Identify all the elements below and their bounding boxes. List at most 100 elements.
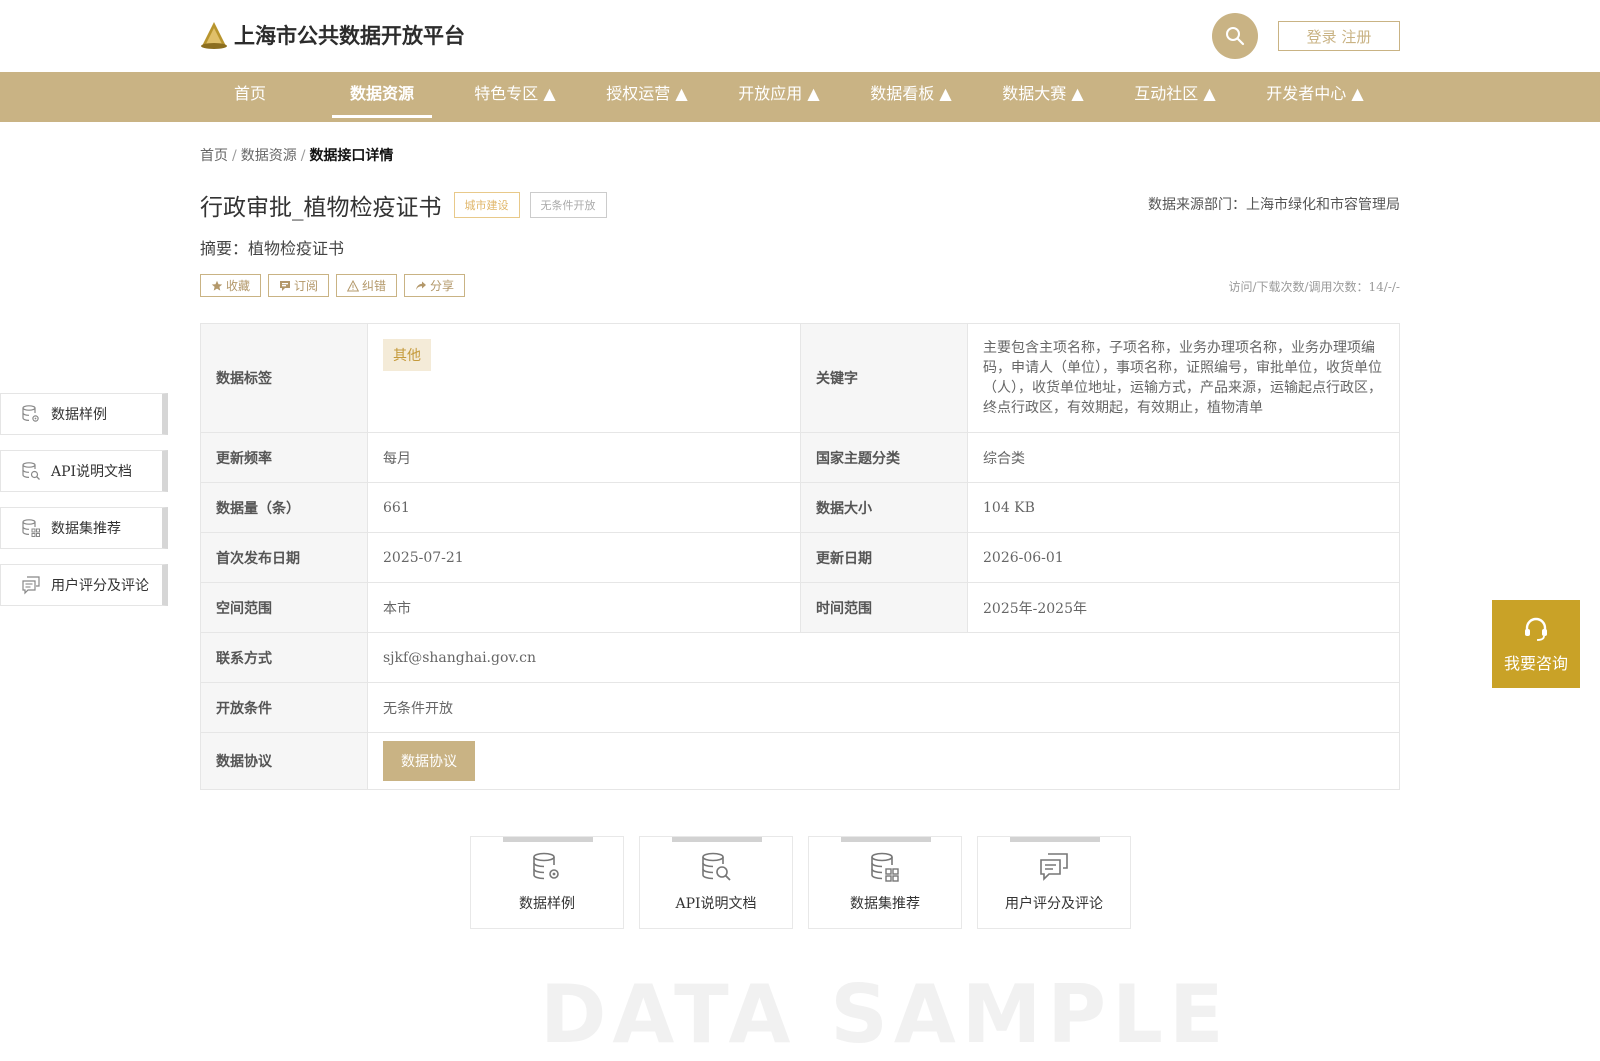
time-range-value: 2025年-2025年 — [967, 582, 1400, 633]
subscribe-label: 订阅 — [294, 279, 319, 293]
category-tag: 城市建设 — [453, 192, 520, 218]
login-register-button[interactable]: 登录 注册 — [1278, 21, 1400, 51]
open-type-tag: 无条件开放 — [529, 192, 607, 218]
card-label: 数据集推荐 — [850, 896, 920, 912]
nav-data-contest[interactable]: 数据大赛 ▲ — [993, 72, 1093, 122]
bookmark-icon — [280, 280, 291, 291]
card-rating-comments[interactable]: 用户评分及评论 — [977, 836, 1131, 929]
sidebar-item-label: 用户评分及评论 — [51, 578, 149, 594]
database-gear-icon — [533, 852, 559, 880]
data-agreement-button[interactable]: 数据协议 — [383, 741, 475, 781]
table-row: 数据量（条） 661 数据大小 104 KB — [200, 482, 1400, 533]
nav-authorized-operation[interactable]: 授权运营 ▲ — [597, 72, 697, 122]
breadcrumb-resources[interactable]: 数据资源 — [241, 148, 297, 164]
headset-icon — [1525, 617, 1547, 641]
table-row: 联系方式 sjkf@shanghai.gov.cn — [200, 632, 1400, 683]
card-label: API说明文档 — [675, 896, 757, 912]
share-button[interactable]: 分享 — [404, 274, 466, 297]
nav-open-apps[interactable]: 开放应用 ▲ — [729, 72, 829, 122]
search-button[interactable] — [1212, 13, 1258, 59]
data-size-label: 数据大小 — [800, 482, 968, 533]
first-publish-date-value: 2025-07-21 — [367, 532, 801, 583]
sidebar-item-data-sample[interactable]: 数据样例 — [0, 393, 168, 435]
time-range-label: 时间范围 — [800, 582, 968, 633]
breadcrumb-current: 数据接口详情 — [309, 148, 394, 164]
card-label: 数据样例 — [519, 896, 575, 912]
comment-icon — [1040, 853, 1068, 881]
record-count-label: 数据量（条） — [200, 482, 368, 533]
update-date-value: 2026-06-01 — [967, 532, 1400, 583]
sidebar-item-rating-comments[interactable]: 用户评分及评论 — [0, 564, 168, 606]
data-agreement-label: 数据协议 — [200, 732, 368, 790]
contact-value: sjkf@shanghai.gov.cn — [367, 632, 1400, 683]
nav-data-dashboard[interactable]: 数据看板 ▲ — [861, 72, 961, 122]
table-row: 开放条件 无条件开放 — [200, 682, 1400, 733]
data-tag-cell: 其他 — [367, 323, 801, 433]
share-icon — [416, 281, 427, 290]
keyword-label: 关键字 — [800, 323, 968, 433]
sidebar-item-label: 数据集推荐 — [51, 521, 121, 537]
title-row: 行政审批_植物检疫证书 城市建设 无条件开放 — [200, 188, 607, 222]
consult-label: 我要咨询 — [1503, 654, 1568, 673]
sidebar-item-label: 数据样例 — [51, 407, 107, 423]
breadcrumb-separator: / — [300, 148, 306, 164]
update-frequency-label: 更新频率 — [200, 432, 368, 483]
nav-data-resources[interactable]: 数据资源 — [332, 72, 432, 122]
table-row: 更新频率 每月 国家主题分类 综合类 — [200, 432, 1400, 483]
source-department: 数据来源部门：上海市绿化和市容管理局 — [1148, 197, 1400, 213]
spatial-scope-label: 空间范围 — [200, 582, 368, 633]
breadcrumb-separator: / — [232, 148, 237, 164]
keyword-value: 主要包含主项名称，子项名称，业务办理项名称，业务办理项编码，申请人（单位），事项… — [967, 323, 1400, 433]
page-title: 行政审批_植物检疫证书 — [200, 195, 442, 221]
info-table: 数据标签 其他 关键字 主要包含主项名称，子项名称，业务办理项名称，业务办理项编… — [200, 323, 1400, 790]
data-agreement-cell: 数据协议 — [367, 732, 1400, 790]
consult-button[interactable]: 我要咨询 — [1492, 600, 1580, 688]
comment-icon — [22, 576, 40, 595]
sidebar-item-dataset-recommend[interactable]: 数据集推荐 — [0, 507, 168, 549]
data-tag-value[interactable]: 其他 — [383, 339, 431, 371]
search-icon — [1226, 27, 1245, 46]
table-row: 空间范围 本市 时间范围 2025年-2025年 — [200, 582, 1400, 633]
card-data-sample[interactable]: 数据样例 — [470, 836, 624, 929]
logo-text: 上海市公共数据开放平台 — [234, 24, 465, 48]
database-grid-icon — [22, 519, 40, 537]
database-grid-icon — [871, 852, 899, 882]
breadcrumb-home[interactable]: 首页 — [200, 148, 228, 164]
card-api-doc[interactable]: API说明文档 — [639, 836, 793, 929]
nav-community[interactable]: 互动社区 ▲ — [1125, 72, 1225, 122]
table-row: 数据标签 其他 关键字 主要包含主项名称，子项名称，业务办理项名称，业务办理项编… — [200, 323, 1400, 433]
sidebar-item-api-doc[interactable]: API说明文档 — [0, 450, 168, 492]
card-dataset-recommend[interactable]: 数据集推荐 — [808, 836, 962, 929]
first-publish-date-label: 首次发布日期 — [200, 532, 368, 583]
open-condition-label: 开放条件 — [200, 682, 368, 733]
left-sidebar: 数据样例 API说明文档 数据集推荐 用户评分及评论 — [0, 393, 168, 621]
nav-home[interactable]: 首页 — [217, 72, 283, 122]
record-count-value: 661 — [367, 482, 801, 533]
table-row: 数据协议 数据协议 — [200, 732, 1400, 790]
report-error-label: 纠错 — [362, 279, 387, 293]
star-icon — [211, 280, 223, 291]
national-theme-label: 国家主题分类 — [800, 432, 968, 483]
action-bar: 收藏 订阅 纠错 分享 — [200, 274, 466, 297]
nav-developer-center[interactable]: 开发者中心 ▲ — [1255, 72, 1375, 122]
data-size-value: 104 KB — [967, 482, 1400, 533]
breadcrumb: 首页 / 数据资源 / 数据接口详情 — [200, 145, 393, 165]
data-tag-label: 数据标签 — [200, 323, 368, 433]
subscribe-button[interactable]: 订阅 — [268, 274, 330, 297]
favorite-label: 收藏 — [226, 279, 251, 293]
database-search-icon — [702, 852, 731, 881]
update-frequency-value: 每月 — [367, 432, 801, 483]
share-label: 分享 — [430, 279, 455, 293]
favorite-button[interactable]: 收藏 — [200, 274, 262, 297]
summary: 摘要：植物检疫证书 — [200, 239, 345, 258]
report-error-button[interactable]: 纠错 — [336, 274, 398, 297]
nav-featured-zone[interactable]: 特色专区 ▲ — [465, 72, 565, 122]
spatial-scope-value: 本市 — [367, 582, 801, 633]
bottom-card-row: 数据样例 API说明文档 数据集推荐 用户评分及评论 — [470, 836, 1131, 929]
update-date-label: 更新日期 — [800, 532, 968, 583]
section-watermark: DATA SAMPLE — [540, 968, 1230, 1061]
contact-label: 联系方式 — [200, 632, 368, 683]
card-label: 用户评分及评论 — [1005, 896, 1103, 912]
warning-icon — [347, 279, 360, 291]
site-logo[interactable]: 上海市公共数据开放平台 — [200, 20, 465, 50]
